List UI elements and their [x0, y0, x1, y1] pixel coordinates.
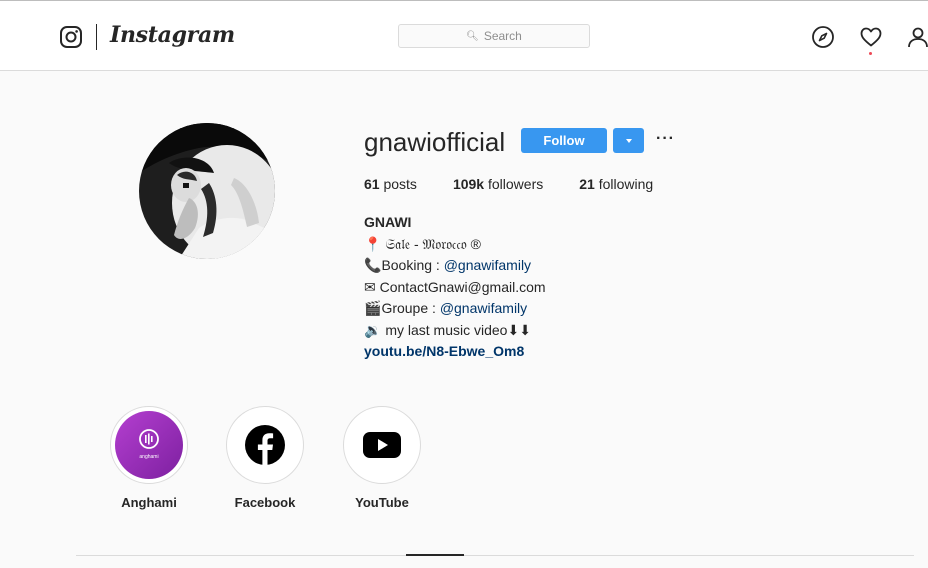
- phone-icon: 📞: [364, 257, 382, 273]
- search-input[interactable]: 🔍︎ Search: [398, 24, 590, 48]
- youtube-icon: [363, 432, 401, 458]
- bio-video-text: my last music video⬇⬇: [385, 321, 531, 338]
- profile-username: gnawiofficial: [364, 127, 506, 157]
- profile-avatar[interactable]: [139, 123, 275, 259]
- highlight-facebook[interactable]: Facebook: [226, 406, 304, 510]
- followers-count: 109k: [452, 176, 485, 192]
- notification-dot: [869, 52, 872, 55]
- bio-location-line: 📍 𝔖𝔞𝔩𝔢 - 𝔐𝔬𝔯𝔬𝔠𝔠𝔬 ®: [364, 234, 546, 256]
- following-label: following: [598, 176, 654, 192]
- search-icon: 🔍︎: [466, 30, 479, 42]
- followers-stat[interactable]: 109k followers: [453, 176, 543, 192]
- speaker-icon: 🔉: [364, 321, 382, 338]
- groupe-mention-link[interactable]: @gnawifamily: [440, 300, 527, 316]
- bio-groupe-label: Groupe :: [381, 300, 440, 316]
- posts-label: posts: [383, 176, 417, 192]
- posts-count: 61: [364, 176, 380, 192]
- followers-label: followers: [487, 176, 544, 192]
- bio-video-line: 🔉 my last music video⬇⬇: [364, 320, 546, 342]
- bio-email-line: ✉ ContactGnawi@gmail.com: [364, 277, 546, 299]
- more-options-icon[interactable]: ···: [656, 130, 675, 148]
- pin-icon: 📍: [364, 235, 382, 252]
- caret-down-icon: [625, 138, 632, 143]
- active-tab-indicator: [406, 554, 464, 556]
- compass-icon[interactable]: [811, 25, 835, 49]
- top-navbar: Instagram 🔍︎ Search: [0, 1, 928, 71]
- anghami-logo-icon: anghami: [115, 411, 183, 479]
- following-count: 21: [579, 176, 595, 192]
- envelope-icon: ✉: [364, 278, 376, 295]
- highlight-ring: [226, 406, 304, 484]
- tabs-divider: [76, 555, 914, 556]
- bio-name: GNAWI: [364, 214, 412, 230]
- posts-stat[interactable]: 61 posts: [364, 176, 417, 192]
- bio-booking-label: Booking :: [381, 257, 444, 273]
- profile-stats: 61 posts 109k followers 21 following: [364, 176, 689, 192]
- search-placeholder: Search: [483, 29, 522, 43]
- highlight-label: Anghami: [121, 495, 177, 510]
- highlight-ring: [343, 406, 421, 484]
- bio-email: ContactGnawi@gmail.com: [379, 278, 546, 295]
- highlight-label: Facebook: [234, 495, 296, 510]
- follow-button[interactable]: Follow: [521, 128, 607, 153]
- heart-icon[interactable]: [859, 25, 883, 49]
- bio-booking-line: 📞Booking : @gnawifamily: [364, 255, 546, 277]
- facebook-icon: [245, 425, 285, 465]
- instagram-glyph-icon[interactable]: [59, 25, 83, 49]
- instagram-wordmark[interactable]: Instagram: [110, 22, 235, 48]
- highlight-label: YouTube: [355, 495, 409, 510]
- profile-bio: GNAWI 📍 𝔖𝔞𝔩𝔢 - 𝔐𝔬𝔯𝔬𝔠𝔠𝔬 ® 📞Booking : @gna…: [364, 212, 546, 363]
- profile-icon[interactable]: [906, 25, 928, 49]
- highlight-anghami[interactable]: anghami Anghami: [110, 406, 188, 510]
- bio-external-link[interactable]: youtu.be/N8-Ebwe_Om8: [364, 341, 546, 363]
- suggested-dropdown-button[interactable]: [613, 128, 644, 153]
- booking-mention-link[interactable]: @gnawifamily: [444, 257, 531, 273]
- clapper-icon: 🎬: [364, 300, 382, 316]
- bio-groupe-line: 🎬Groupe : @gnawifamily: [364, 298, 546, 320]
- highlight-ring: anghami: [110, 406, 188, 484]
- following-stat[interactable]: 21 following: [579, 176, 653, 192]
- bio-location: 𝔖𝔞𝔩𝔢 - 𝔐𝔬𝔯𝔬𝔠𝔠𝔬 ®: [385, 235, 481, 252]
- logo-separator: [96, 24, 97, 50]
- highlight-youtube[interactable]: YouTube: [343, 406, 421, 510]
- anghami-logo-text: anghami: [139, 454, 158, 460]
